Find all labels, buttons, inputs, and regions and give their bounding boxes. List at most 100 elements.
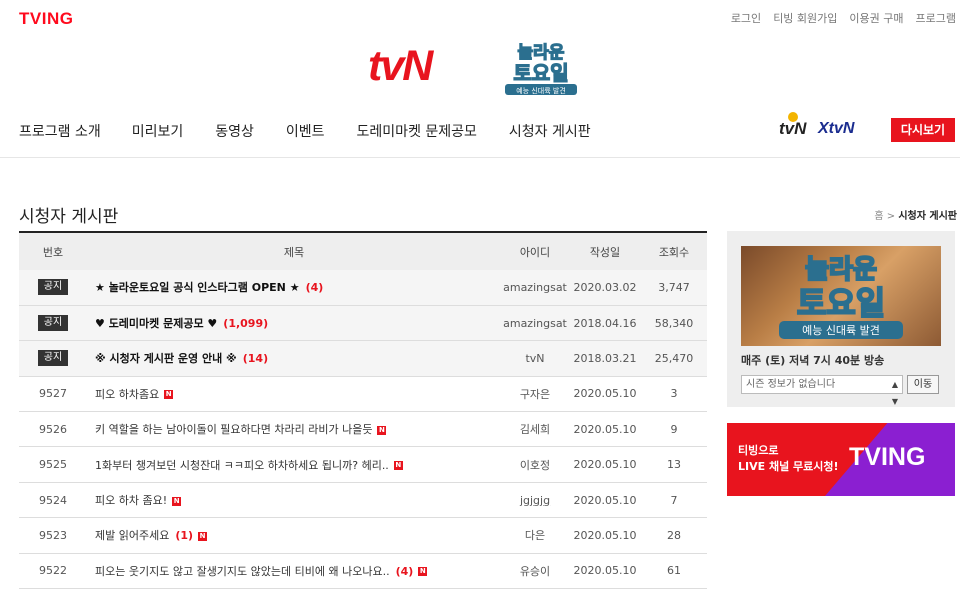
row-number: 9524	[19, 482, 87, 519]
breadcrumb-separator: >	[886, 211, 896, 222]
comment-count: (1)	[175, 529, 194, 543]
view-count: 28	[641, 517, 707, 554]
nav-preview[interactable]: 미리보기	[132, 121, 184, 141]
row-number: 9527	[19, 376, 87, 413]
post-title-link[interactable]: 키 역할을 하는 남아이돌이 필요하다면 차라리 라비가 나을듯	[95, 423, 372, 436]
table-header: 번호 제목 아이디 작성일 조회수	[19, 232, 707, 270]
view-count: 13	[641, 446, 707, 483]
row-number: 9523	[19, 517, 87, 554]
tving-live-banner[interactable]: 티빙으로 LIVE 채널 무료시청! TVING	[727, 423, 955, 496]
season-select[interactable]: 시즌 정보가 없습니다 ▲ ▼	[741, 375, 903, 406]
post-title-link[interactable]: ★ 놀라운토요일 공식 인스타그램 OPEN ★	[95, 281, 300, 294]
breadcrumb-home[interactable]: 홈	[874, 211, 883, 222]
comment-count: (1,099)	[223, 317, 269, 331]
post-title-link[interactable]: 피오 하차좀요	[95, 388, 159, 401]
banner-text: 티빙으로 LIVE 채널 무료시청!	[738, 444, 839, 473]
post-title-cell[interactable]: ★ 놀라운토요일 공식 인스타그램 OPEN ★ (4)	[87, 270, 501, 306]
post-title-link[interactable]: 1화부터 챙겨보던 시청잔대 ㅋㅋ피오 하차하세요 됩니까? 헤리..	[95, 459, 389, 472]
poster-title-line1: 놀라운	[805, 255, 877, 285]
table-row[interactable]: 9523 제발 읽어주세요 (1) N 다은 2020.05.10 28	[19, 517, 707, 554]
purchase-link[interactable]: 이용권 구매	[849, 10, 903, 26]
row-number: 9522	[19, 553, 87, 590]
page-title: 시청자 게시판	[19, 207, 119, 227]
post-title-cell[interactable]: ※ 시청자 게시판 운영 안내 ※ (14)	[87, 340, 501, 377]
view-count: 61	[641, 553, 707, 590]
table-row[interactable]: 9524 피오 하차 좀요! Njgjgjg 2020.05.10 7	[19, 482, 707, 519]
post-title-cell[interactable]: 1화부터 챙겨보던 시청잔대 ㅋㅋ피오 하차하세요 됩니까? 헤리.. N	[87, 446, 501, 483]
notice-row[interactable]: 공지 ※ 시청자 게시판 운영 안내 ※ (14) tvN 2018.03.21 25,4…	[19, 340, 707, 377]
login-link[interactable]: 로그인	[731, 10, 761, 26]
table-row[interactable]: 9522 피오는 웃기지도 않고 잘생기지도 않았는데 티비에 왜 나오나요.. (…	[19, 553, 707, 590]
tving-logo[interactable]: TVING	[19, 9, 73, 29]
poster-tagline: 예능 신대륙 발견	[802, 324, 880, 337]
airtime-text: 매주 (토) 저녁 7시 40분 방송	[741, 354, 885, 367]
view-count: 25,470	[641, 340, 707, 377]
post-date: 2020.05.10	[569, 411, 641, 448]
nav-events[interactable]: 이벤트	[286, 121, 325, 141]
post-title-link[interactable]: 제발 읽어주세요	[95, 529, 169, 542]
tvn-channel-link[interactable]: tvN	[779, 112, 806, 139]
post-date: 2020.03.02	[569, 270, 641, 306]
col-views: 조회수	[641, 232, 707, 270]
author-id: 구자은	[501, 376, 569, 413]
table-row[interactable]: 9525 1화부터 챙겨보던 시청잔대 ㅋㅋ피오 하차하세요 됩니까? 헤리.. N…	[19, 446, 707, 483]
show-logo-line1: 놀라운	[518, 43, 565, 63]
author-id: 유승이	[501, 553, 569, 590]
post-title-link[interactable]: 피오 하차 좀요!	[95, 494, 167, 507]
table-row[interactable]: 9526 키 역할을 하는 남아이돌이 필요하다면 차라리 라비가 나을듯 N 김세희…	[19, 411, 707, 448]
nav-videos[interactable]: 동영상	[215, 121, 254, 141]
author-id: 김세희	[501, 411, 569, 448]
col-number: 번호	[19, 232, 87, 270]
tvn-channel-logo[interactable]: tvN	[368, 42, 433, 91]
move-button[interactable]: 이동	[907, 375, 939, 394]
main-nav: 프로그램 소개 미리보기 동영상 이벤트 도레미마켓 문제공모 시청자 게시판	[19, 121, 623, 141]
author-id: amazingsat	[501, 270, 569, 306]
post-title-cell[interactable]: 제발 읽어주세요 (1) N	[87, 517, 501, 554]
author-id: 다은	[501, 517, 569, 554]
notice-badge: 공지	[37, 279, 69, 296]
new-post-icon: N	[393, 461, 403, 471]
nav-program-intro[interactable]: 프로그램 소개	[19, 121, 101, 141]
select-arrow-icon: ▲ ▼	[891, 380, 898, 406]
post-title-link[interactable]: ※ 시청자 게시판 운영 안내 ※	[95, 352, 237, 365]
notice-row[interactable]: 공지 ♥ 도레미마켓 문제공모 ♥ (1,099) amazingsat 2018.04…	[19, 305, 707, 342]
nav-doremi-market[interactable]: 도레미마켓 문제공모	[357, 121, 477, 141]
post-title-cell[interactable]: 피오 하차좀요 N	[87, 376, 501, 413]
row-number: 공지	[19, 340, 87, 377]
poster-title-line2: 토요일	[797, 284, 885, 322]
post-date: 2020.05.10	[569, 482, 641, 519]
post-title-link[interactable]: 피오는 웃기지도 않고 잘생기지도 않았는데 티비에 왜 나오나요..	[95, 565, 390, 578]
nav-viewer-board[interactable]: 시청자 게시판	[509, 121, 591, 141]
view-count: 9	[641, 411, 707, 448]
signup-link[interactable]: 티빙 회원가입	[773, 10, 837, 26]
view-count: 58,340	[641, 305, 707, 342]
post-title-link[interactable]: ♥ 도레미마켓 문제공모 ♥	[95, 317, 217, 330]
xtvn-channel-link[interactable]: XtvN	[818, 120, 854, 138]
post-date: 2020.05.10	[569, 553, 641, 590]
row-number: 9526	[19, 411, 87, 448]
view-count: 3,747	[641, 270, 707, 306]
new-post-icon: N	[418, 567, 428, 577]
post-date: 2018.03.21	[569, 340, 641, 377]
show-logo-tagline: 예능 신대륙 발견	[516, 86, 566, 95]
post-title-cell[interactable]: 피오는 웃기지도 않고 잘생기지도 않았는데 티비에 왜 나오나요.. (4) N	[87, 553, 501, 590]
program-link[interactable]: 프로그램	[916, 10, 956, 26]
nav-divider	[0, 157, 960, 158]
show-poster[interactable]: 놀라운 토요일 예능 신대륙 발견	[741, 246, 941, 346]
post-title-cell[interactable]: 피오 하차 좀요! N	[87, 482, 501, 519]
col-author: 아이디	[501, 232, 569, 270]
post-title-cell[interactable]: ♥ 도레미마켓 문제공모 ♥ (1,099)	[87, 305, 501, 342]
post-date: 2020.05.10	[569, 446, 641, 483]
table-row[interactable]: 9527 피오 하차좀요 N 구자은 2020.05.10 3	[19, 376, 707, 413]
board-table: 번호 제목 아이디 작성일 조회수 공지 ★ 놀라운토요일 공식 인스타그램 OP…	[19, 231, 707, 590]
post-title-cell[interactable]: 키 역할을 하는 남아이돌이 필요하다면 차라리 라비가 나을듯 N	[87, 411, 501, 448]
notice-row[interactable]: 공지 ★ 놀라운토요일 공식 인스타그램 OPEN ★ (4) amazingsat 2…	[19, 270, 707, 306]
replay-button[interactable]: 다시보기	[891, 118, 955, 142]
post-date: 2020.05.10	[569, 517, 641, 554]
breadcrumb-current: 시청자 게시판	[898, 211, 957, 222]
show-logo[interactable]: 놀라운 토요일 예능 신대륙 발견	[499, 40, 583, 98]
comment-count: (4)	[305, 281, 324, 295]
comment-count: (14)	[242, 352, 269, 366]
col-date: 작성일	[569, 232, 641, 270]
post-date: 2020.05.10	[569, 376, 641, 413]
